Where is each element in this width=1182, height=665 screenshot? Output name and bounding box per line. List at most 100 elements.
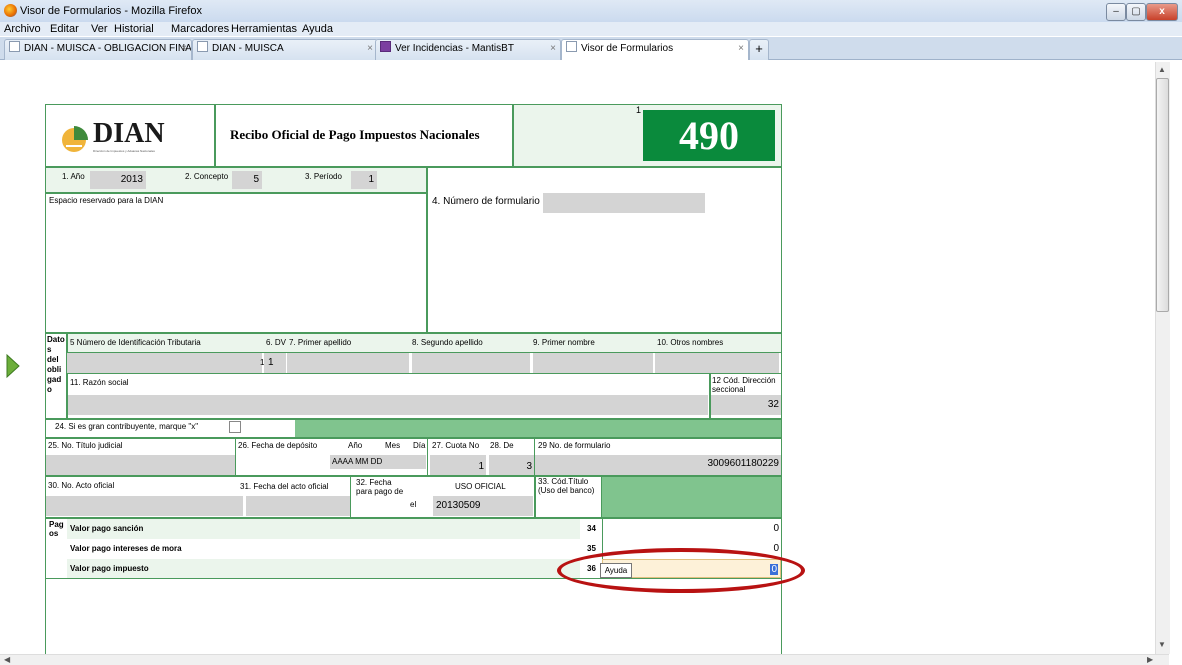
fecha-deposito-field[interactable]: AAAA MM DD <box>330 455 426 469</box>
gran-label: 24. Si es gran contribuyente, marque "x" <box>55 422 199 431</box>
el-label: el <box>410 500 417 509</box>
no-form-field[interactable]: 3009601180229 <box>535 455 781 475</box>
num-form-cell <box>427 167 782 333</box>
page-icon <box>197 41 208 52</box>
dian-logo-subtitle: Dirección de Impuestos y Aduanas Naciona… <box>93 149 155 153</box>
scroll-up-icon[interactable]: ▲ <box>1158 65 1166 74</box>
no-form-label: 29 No. de formulario <box>538 441 611 450</box>
anio-header: Año <box>348 441 363 450</box>
seccional-field[interactable]: 32 <box>711 395 781 415</box>
anio-field[interactable]: 2013 <box>90 171 146 189</box>
scroll-down-icon[interactable]: ▼ <box>1158 640 1166 649</box>
dia-header: Día <box>413 441 426 450</box>
menu-ver[interactable]: Ver <box>91 23 108 35</box>
new-tab-button[interactable]: + <box>749 39 769 60</box>
reserved-label: Espacio reservado para la DIAN <box>49 196 164 205</box>
tab-label: DIAN - MUISCA <box>212 43 284 54</box>
concepto-label: 2. Concepto <box>185 172 229 181</box>
tab-dian-muisca[interactable]: DIAN - MUISCA × <box>192 39 378 60</box>
reserved-cell <box>45 193 427 333</box>
nit-label: 5 Número de Identificación Tributaria <box>70 338 201 347</box>
anio-label: 1. Año <box>62 172 85 181</box>
primer-apellido-field[interactable] <box>287 353 409 373</box>
periodo-label: 3. Período <box>305 172 342 181</box>
titulo-judicial-label: 25. No. Título judicial <box>48 441 123 450</box>
num-form-label: 4. Número de formulario <box>432 196 540 207</box>
menu-editar[interactable]: Editar <box>50 23 79 35</box>
fecha-deposito-label: 26. Fecha de depósito <box>238 441 318 450</box>
tab-close-icon[interactable]: × <box>550 40 556 58</box>
tab-label: Visor de Formularios <box>581 43 674 54</box>
cod-titulo-label: 33. Cód.Título (Uso del banco) <box>538 477 595 495</box>
gran-checkbox[interactable] <box>229 421 241 433</box>
horizontal-scrollbar[interactable] <box>0 654 1169 665</box>
scroll-left-icon[interactable]: ◀ <box>4 655 10 664</box>
tab-close-icon[interactable]: × <box>181 40 187 58</box>
tab-mantis[interactable]: Ver Incidencias - MantisBT × <box>375 39 561 60</box>
scroll-right-icon[interactable]: ▶ <box>1147 655 1153 664</box>
cuota-field[interactable]: 1 <box>430 455 486 475</box>
sancion-field[interactable]: 0 <box>602 519 781 539</box>
vertical-scroll-thumb[interactable] <box>1156 78 1169 312</box>
menu-archivo[interactable]: Archivo <box>4 23 41 35</box>
dian-logo-text: DIAN <box>93 118 165 149</box>
maximize-button[interactable]: ▢ <box>1126 3 1146 21</box>
firefox-icon <box>4 4 17 17</box>
periodo-field[interactable]: 1 <box>351 171 377 189</box>
uso-oficial-label: USO OFICIAL <box>455 482 506 491</box>
segundo-apellido-field[interactable] <box>412 353 530 373</box>
segundo-apellido-label: 8. Segundo apellido <box>412 338 483 347</box>
gran-green-fill <box>295 420 781 437</box>
num-form-field[interactable] <box>543 193 705 213</box>
concepto-field[interactable]: 5 <box>232 171 262 189</box>
fecha-acto-field[interactable] <box>246 496 350 516</box>
highlight-ellipse <box>557 548 805 593</box>
de-field[interactable]: 3 <box>489 455 534 475</box>
tab-visor-formularios[interactable]: Visor de Formularios × <box>561 39 749 60</box>
datos-label: Dato s del obli gad o <box>47 335 65 394</box>
window-titlebar: Visor de Formularios - Mozilla Firefox <box>0 0 1182 24</box>
sancion-num: 34 <box>587 524 596 533</box>
corner-number: 1 <box>636 105 642 115</box>
fecha-pago-field[interactable]: 20130509 <box>433 496 533 516</box>
dv-field[interactable]: 1 <box>264 353 286 373</box>
menu-ayuda[interactable]: Ayuda <box>302 23 333 35</box>
mes-header: Mes <box>385 441 401 450</box>
primer-nombre-field[interactable] <box>533 353 653 373</box>
titulo-judicial-field[interactable] <box>46 455 235 475</box>
minimize-button[interactable]: – <box>1106 3 1126 21</box>
tab-close-icon[interactable]: × <box>367 40 373 58</box>
tab-close-icon[interactable]: × <box>738 40 744 58</box>
dian-logo-icon <box>62 126 88 152</box>
menu-marcadores[interactable]: Marcadores <box>171 23 229 35</box>
menu-historial[interactable]: Historial <box>114 23 154 35</box>
nit-field[interactable] <box>67 353 262 373</box>
seccional-label: 12 Cód. Dirección seccional <box>712 376 776 394</box>
impuesto-label: Valor pago impuesto <box>70 564 149 573</box>
form-number-badge: 490 <box>643 110 775 161</box>
mantis-icon <box>380 41 391 52</box>
cod-titulo-green-fill <box>602 477 781 517</box>
window-title: Visor de Formularios - Mozilla Firefox <box>20 5 202 17</box>
mora-label: Valor pago intereses de mora <box>70 544 182 553</box>
pagos-label: Pag os <box>49 520 64 538</box>
primer-nombre-label: 9. Primer nombre <box>533 338 595 347</box>
razon-label: 11. Razón social <box>70 378 129 387</box>
acto-oficial-field[interactable] <box>46 496 243 516</box>
fecha-pago-label: 32. Fecha para pago de <box>356 478 404 496</box>
otros-nombres-field[interactable] <box>655 353 779 373</box>
sancion-label: Valor pago sanción <box>70 524 144 533</box>
razon-field[interactable] <box>68 395 708 415</box>
primer-apellido-label: 7. Primer apellido <box>289 338 352 347</box>
otros-nombres-label: 10. Otros nombres <box>657 338 724 347</box>
menu-herramientas[interactable]: Herramientas <box>231 23 297 35</box>
tab-label: Ver Incidencias - MantisBT <box>395 43 514 54</box>
mora-num: 35 <box>587 544 596 553</box>
form-title: Recibo Oficial de Pago Impuestos Naciona… <box>230 127 480 142</box>
tab-label: DIAN - MUISCA - OBLIGACION FINA... <box>24 43 192 54</box>
cuota-label: 27. Cuota No <box>432 441 480 450</box>
page-icon <box>9 41 20 52</box>
side-arrow-icon[interactable] <box>5 353 21 379</box>
close-button[interactable]: x <box>1146 3 1178 21</box>
tab-dian-obligacion[interactable]: DIAN - MUISCA - OBLIGACION FINA... × <box>4 39 192 60</box>
